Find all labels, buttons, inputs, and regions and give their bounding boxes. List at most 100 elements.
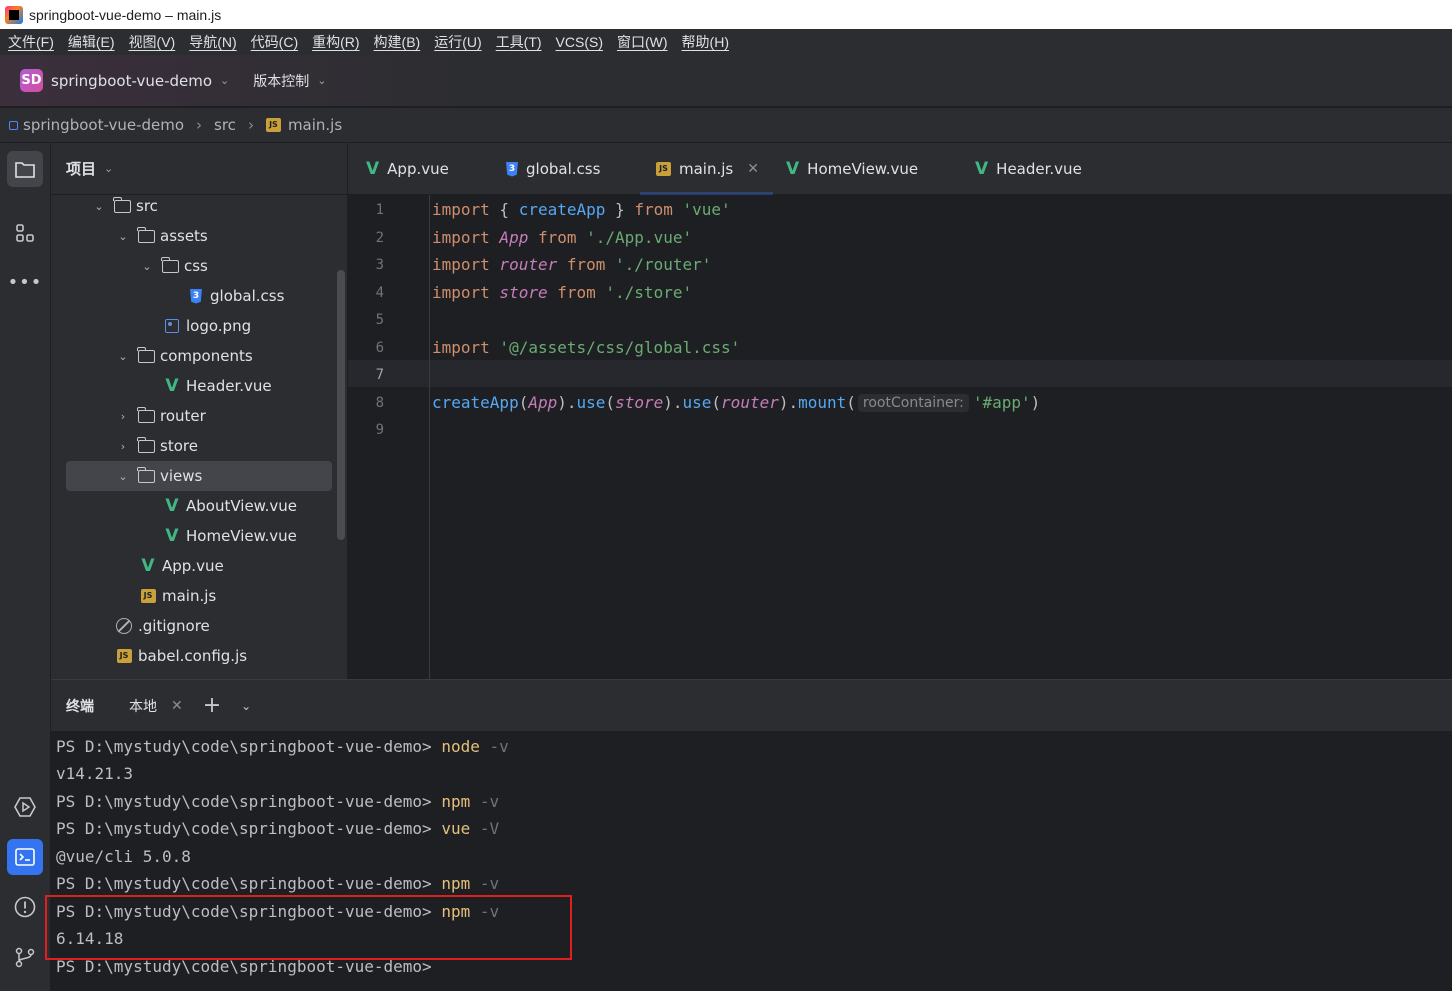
tree-item-homeview-vue[interactable]: V HomeView.vue bbox=[163, 521, 297, 551]
punct: ) bbox=[1030, 393, 1041, 412]
more-tools-button[interactable]: ••• bbox=[7, 264, 43, 300]
terminal-prompt: PS D:\mystudy\code\springboot-vue-demo> bbox=[56, 874, 432, 893]
tree-item-main-js[interactable]: JS main.js bbox=[139, 581, 216, 611]
project-badge[interactable]: SD bbox=[20, 69, 43, 92]
chevron-down-icon[interactable]: ⌄ bbox=[317, 74, 326, 87]
tree-item-aboutview-vue[interactable]: V AboutView.vue bbox=[163, 491, 297, 521]
terminal-line[interactable]: PS D:\mystudy\code\springboot-vue-demo> … bbox=[56, 788, 499, 815]
chevron-right-icon[interactable]: › bbox=[115, 410, 131, 423]
tab-homeview-vue[interactable]: V HomeView.vue bbox=[786, 143, 918, 195]
tree-item-gitignore[interactable]: .gitignore bbox=[115, 611, 210, 641]
folder-icon bbox=[161, 256, 179, 273]
menu-file[interactable]: 文件(F) bbox=[2, 32, 60, 52]
project-panel-header[interactable]: 项目 ⌄ bbox=[51, 143, 347, 195]
tree-item-views[interactable]: ⌄ views bbox=[66, 461, 332, 491]
chevron-down-icon[interactable]: ⌄ bbox=[139, 260, 155, 273]
terminal-prompt: PS D:\mystudy\code\springboot-vue-demo> bbox=[56, 819, 432, 838]
code-line-1[interactable]: import { createApp } from 'vue' bbox=[432, 196, 731, 223]
tree-item-router[interactable]: › router bbox=[115, 401, 206, 431]
breadcrumb-file[interactable]: main.js bbox=[288, 116, 342, 134]
string: '@/assets/css/global.css' bbox=[489, 338, 741, 357]
menu-refactor[interactable]: 重构(R) bbox=[306, 32, 365, 52]
menu-edit[interactable]: 编辑(E) bbox=[62, 32, 121, 52]
terminal-line[interactable]: PS D:\mystudy\code\springboot-vue-demo> … bbox=[56, 815, 499, 842]
code-line-6[interactable]: import '@/assets/css/global.css' bbox=[432, 334, 740, 361]
terminal-tool-button[interactable] bbox=[7, 839, 43, 875]
tree-item-store[interactable]: › store bbox=[115, 431, 198, 461]
chevron-down-icon[interactable]: ⌄ bbox=[91, 200, 107, 213]
code-line-3[interactable]: import router from './router' bbox=[432, 251, 711, 278]
tree-item-label: components bbox=[160, 347, 253, 365]
parameter-hint: rootContainer: bbox=[857, 393, 969, 412]
chevron-right-icon: › bbox=[196, 116, 203, 134]
tree-item-assets[interactable]: ⌄ assets bbox=[115, 221, 208, 251]
tab-main-js[interactable]: JS main.js ✕ bbox=[640, 143, 773, 195]
breadcrumb-folder[interactable]: src bbox=[214, 116, 236, 134]
chevron-down-icon[interactable]: ⌄ bbox=[241, 699, 251, 713]
chevron-down-icon[interactable]: ⌄ bbox=[115, 350, 131, 363]
menu-code[interactable]: 代码(C) bbox=[245, 32, 304, 52]
vcs-menu[interactable]: 版本控制 bbox=[253, 71, 309, 91]
close-icon[interactable]: ✕ bbox=[171, 698, 183, 714]
tree-item-global-css[interactable]: 3 global.css bbox=[187, 281, 284, 311]
chevron-down-icon[interactable]: ⌄ bbox=[115, 230, 131, 243]
menu-build[interactable]: 构建(B) bbox=[368, 32, 427, 52]
tree-item-logo-png[interactable]: logo.png bbox=[163, 311, 251, 341]
tree-item-css[interactable]: ⌄ css bbox=[139, 251, 208, 281]
tree-item-components[interactable]: ⌄ components bbox=[115, 341, 253, 371]
tree-item-label: logo.png bbox=[186, 317, 252, 335]
code-line-2[interactable]: import App from './App.vue' bbox=[432, 224, 692, 251]
terminal-line[interactable]: PS D:\mystudy\code\springboot-vue-demo> … bbox=[56, 733, 509, 760]
menu-tools[interactable]: 工具(T) bbox=[490, 32, 548, 52]
structure-tool-button[interactable] bbox=[7, 215, 43, 251]
terminal-tab-local[interactable]: 本地 bbox=[129, 696, 157, 716]
identifier: store bbox=[615, 393, 664, 412]
tree-item-label: AboutView.vue bbox=[186, 497, 297, 515]
chevron-down-icon[interactable]: ⌄ bbox=[115, 470, 131, 483]
menu-vcs[interactable]: VCS(S) bbox=[550, 34, 609, 50]
menu-help[interactable]: 帮助(H) bbox=[676, 32, 735, 52]
code-line-4[interactable]: import store from './store' bbox=[432, 279, 692, 306]
tree-item-header-vue[interactable]: V Header.vue bbox=[163, 371, 271, 401]
menu-navigate[interactable]: 导航(N) bbox=[183, 32, 242, 52]
services-tool-button[interactable] bbox=[7, 789, 43, 825]
terminal-line[interactable]: v14.21.3 bbox=[56, 760, 133, 787]
code-line-8[interactable]: createApp(App). use(store). use(router). mo… bbox=[432, 389, 1040, 416]
tree-item-src[interactable]: ⌄ src bbox=[91, 191, 158, 221]
chevron-down-icon[interactable]: ⌄ bbox=[220, 74, 229, 87]
terminal-line[interactable]: @vue/cli 5.0.8 bbox=[56, 843, 191, 870]
terminal-panel: 终端 本地 ✕ + ⌄ PS D:\mystudy\code\springboo… bbox=[45, 679, 1452, 991]
tab-header-vue[interactable]: V Header.vue bbox=[975, 143, 1082, 195]
line-number: 8 bbox=[375, 395, 384, 411]
line-number-gutter: 1 2 3 4 5 6 7 8 9 bbox=[348, 195, 430, 679]
project-tool-button[interactable] bbox=[7, 151, 43, 187]
vue-file-icon: V bbox=[366, 158, 380, 179]
git-tool-button[interactable] bbox=[7, 939, 43, 975]
plus-icon[interactable]: + bbox=[203, 693, 221, 718]
terminal-output: v14.21.3 bbox=[56, 764, 134, 783]
problems-tool-button[interactable] bbox=[7, 889, 43, 925]
identifier: router bbox=[489, 255, 558, 274]
project-switcher[interactable]: springboot-vue-demo bbox=[51, 72, 212, 90]
menu-run[interactable]: 运行(U) bbox=[428, 32, 487, 52]
breadcrumb-project[interactable]: springboot-vue-demo bbox=[23, 116, 184, 134]
tree-scrollbar[interactable] bbox=[337, 270, 345, 540]
line-number: 5 bbox=[375, 312, 384, 328]
identifier: App bbox=[489, 228, 529, 247]
tree-item-label: router bbox=[160, 407, 206, 425]
git-branch-icon bbox=[15, 947, 35, 968]
close-icon[interactable]: ✕ bbox=[747, 161, 759, 177]
function-name: use bbox=[576, 393, 606, 412]
chevron-down-icon[interactable]: ⌄ bbox=[104, 162, 113, 175]
menu-view[interactable]: 视图(V) bbox=[123, 32, 182, 52]
tree-item-babel-config-js[interactable]: JS babel.config.js bbox=[115, 641, 247, 671]
tab-global-css[interactable]: 3 global.css bbox=[506, 143, 600, 195]
chevron-right-icon[interactable]: › bbox=[115, 440, 131, 453]
tab-app-vue[interactable]: V App.vue bbox=[366, 143, 449, 195]
folder-icon bbox=[137, 346, 155, 363]
string: './router' bbox=[605, 255, 712, 274]
tree-item-app-vue[interactable]: V App.vue bbox=[139, 551, 223, 581]
menu-window[interactable]: 窗口(W) bbox=[611, 32, 674, 52]
terminal-line[interactable]: PS D:\mystudy\code\springboot-vue-demo> … bbox=[56, 870, 499, 897]
function-name: use bbox=[682, 393, 712, 412]
